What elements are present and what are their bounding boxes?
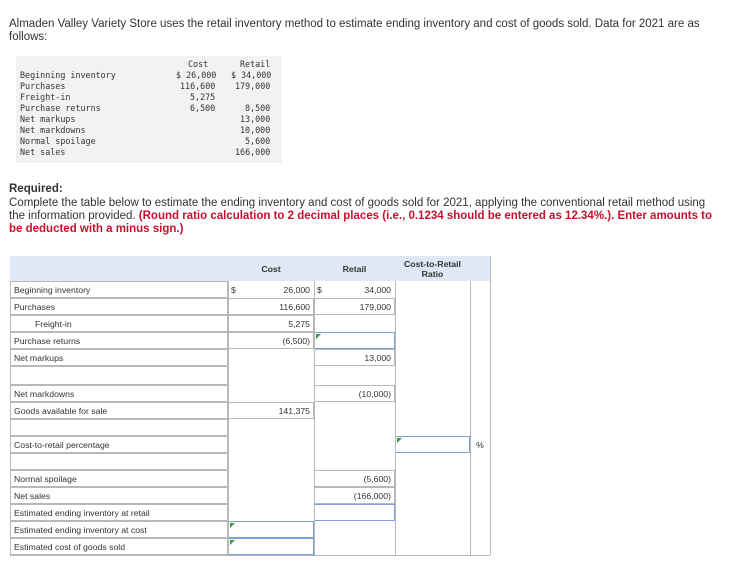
given-row-retail: 8,500: [245, 103, 271, 113]
given-row-retail: 13,000: [240, 114, 271, 124]
given-row-label: Net markdowns: [20, 125, 86, 135]
header-percent-col: [470, 256, 490, 281]
purchase-returns-retail-input[interactable]: [314, 332, 395, 349]
row-label-goods-available: Goods available for sale: [10, 402, 228, 419]
header-ratio: Cost-to-Retail Ratio: [395, 256, 470, 281]
spacer-row: [10, 453, 228, 470]
row-label-net-sales: Net sales: [10, 487, 228, 504]
ending-inventory-retail-input[interactable]: [314, 504, 395, 521]
row-label-cost-to-retail: Cost-to-retail percentage: [10, 436, 228, 453]
header-blank: [10, 256, 228, 281]
percent-sign: %: [476, 439, 484, 450]
given-row-retail: 5,600: [245, 136, 271, 146]
row-label-net-markups: Net markups: [10, 349, 228, 366]
goods-available-cost: 141,375: [228, 402, 314, 419]
given-row-retail: 166,000: [235, 147, 271, 157]
spacer-row: [10, 366, 228, 385]
beginning-inventory-retail: 34,000: [364, 284, 391, 295]
purchases-cost: 116,600: [228, 298, 314, 315]
freight-in-cost: 5,275: [228, 315, 314, 332]
cost-to-retail-ratio-input[interactable]: [395, 436, 470, 453]
given-retail-header: Retail: [240, 59, 271, 69]
table-bottom-border: [10, 555, 490, 556]
row-label-purchases: Purchases: [10, 298, 228, 315]
currency-symbol: $: [317, 284, 322, 295]
row-label-ending-cost: Estimated ending inventory at cost: [10, 521, 228, 538]
required-title: Required:: [9, 183, 63, 195]
column-divider: [228, 281, 229, 555]
column-divider: [314, 281, 315, 555]
given-row-label: Net markups: [20, 114, 76, 124]
beginning-inventory-cost: 26,000: [283, 284, 310, 295]
given-row-cost: 6,500: [190, 103, 216, 113]
given-row-label: Normal spoilage: [20, 136, 96, 146]
given-row-label: Freight-in: [20, 92, 71, 102]
given-cost-header: Cost: [188, 59, 209, 69]
column-divider: [395, 281, 396, 555]
normal-spoilage-retail: (5,600): [314, 470, 395, 487]
row-label-beginning-inventory: Beginning inventory: [10, 281, 228, 298]
header-retail: Retail: [314, 256, 395, 281]
given-row-cost: $ 26,000: [176, 70, 217, 80]
problem-intro: Almaden Valley Variety Store uses the re…: [9, 18, 700, 43]
row-label-normal-spoilage: Normal spoilage: [10, 470, 228, 487]
purchase-returns-cost: (6,500): [228, 332, 314, 349]
given-row-cost: 116,600: [180, 81, 216, 91]
cogs-cost-input[interactable]: [228, 538, 314, 555]
column-divider: [490, 256, 491, 555]
column-divider: [470, 281, 471, 555]
given-row-retail: $ 34,000: [231, 70, 272, 80]
currency-symbol: $: [231, 284, 236, 295]
row-label-cogs: Estimated cost of goods sold: [10, 538, 228, 555]
given-row-label: Purchases: [20, 81, 66, 91]
spacer-row: [10, 419, 228, 436]
row-label-purchase-returns: Purchase returns: [10, 332, 228, 349]
row-label-net-markdowns: Net markdowns: [10, 385, 228, 402]
purchases-retail: 179,000: [314, 298, 395, 315]
given-row-retail: 179,000: [235, 81, 271, 91]
ending-inventory-cost-input[interactable]: [228, 521, 314, 538]
given-row-label: Beginning inventory: [20, 70, 116, 80]
row-label-ending-retail: Estimated ending inventory at retail: [10, 504, 228, 521]
header-cost: Cost: [228, 256, 314, 281]
net-markdowns-retail: (10,000): [314, 385, 395, 402]
given-row-cost: 5,275: [190, 92, 216, 102]
given-row-retail: 10,000: [240, 125, 271, 135]
net-sales-retail: (166,000): [314, 487, 395, 504]
given-data-block: Cost Retail Beginning inventory $ 26,000…: [16, 56, 282, 163]
net-markups-retail: 13,000: [314, 349, 395, 366]
given-row-label: Net sales: [20, 147, 66, 157]
given-row-label: Purchase returns: [20, 103, 101, 113]
required-instructions: Complete the table below to estimate the…: [9, 197, 724, 236]
row-label-freight-in: Freight-in: [10, 315, 228, 332]
